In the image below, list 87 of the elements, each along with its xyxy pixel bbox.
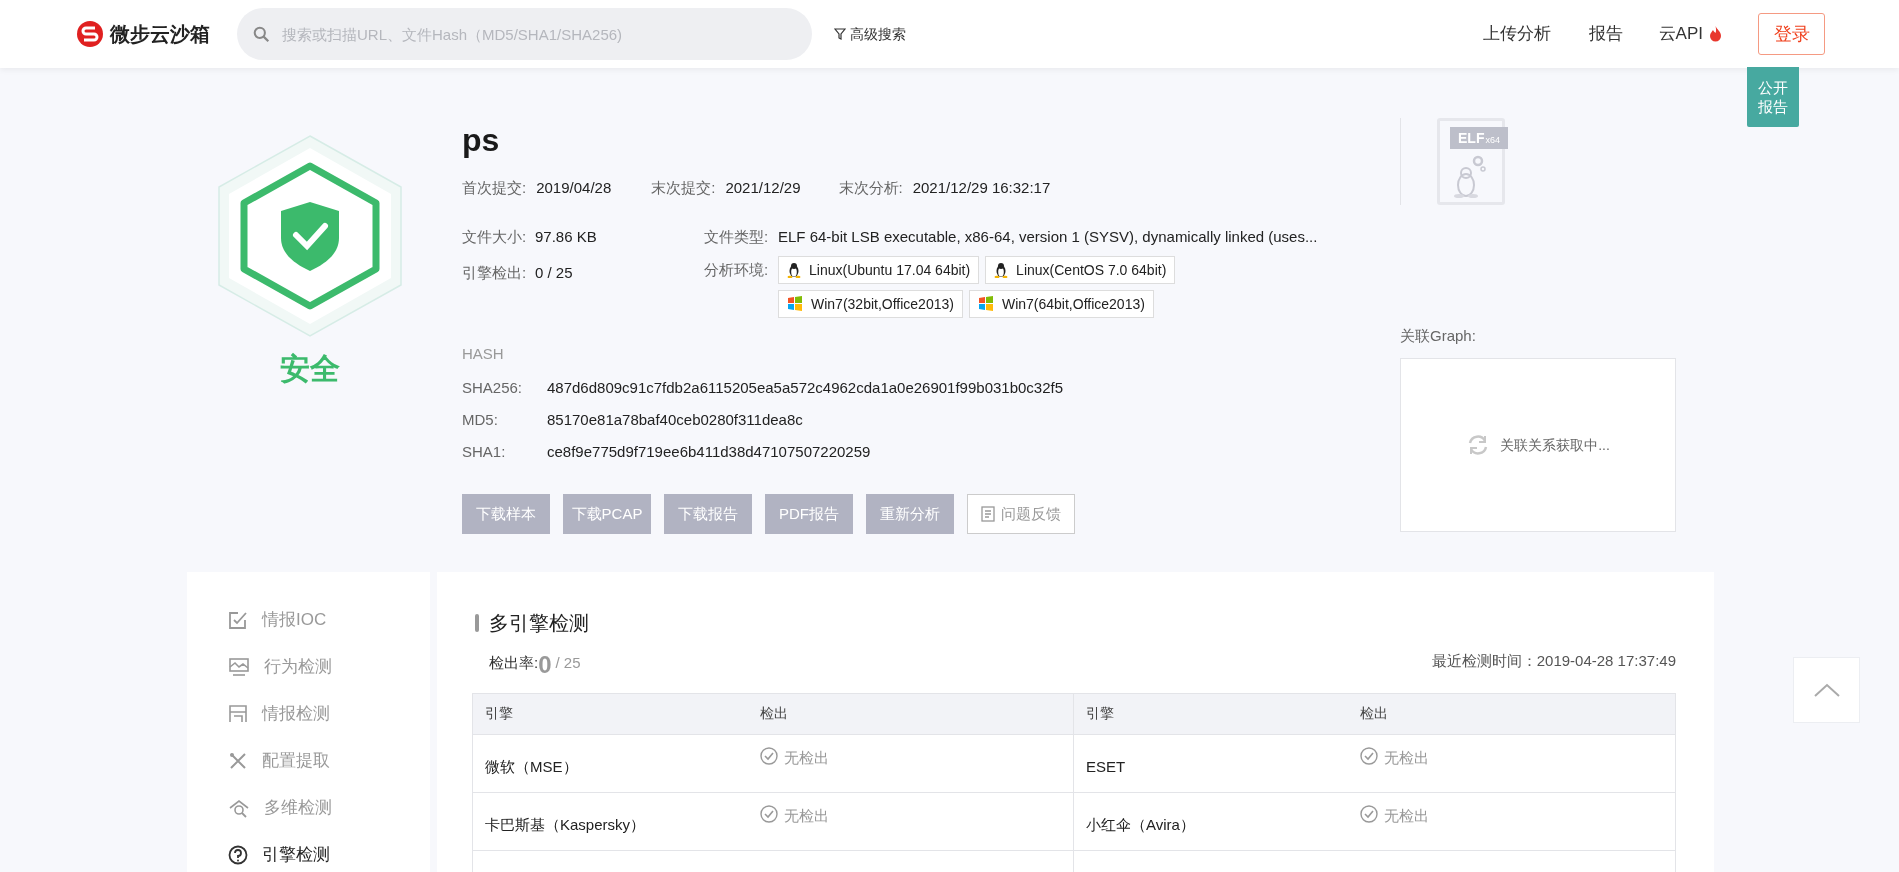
check-circle-icon — [1360, 804, 1378, 823]
search-input[interactable]: 搜索或扫描URL、文件Hash（MD5/SHA1/SHA256) — [282, 14, 796, 54]
hash-value: 85170e81a78baf40ceb0280f311dea8c — [547, 410, 803, 430]
verdict-label: 安全 — [280, 351, 340, 387]
table-cell: ESET — [1073, 734, 1348, 792]
hash-label: SHA1: — [462, 442, 507, 462]
environment-tag: Linux(CentOS 7.0 64bit) — [985, 256, 1176, 284]
field-value: 97.86 KB — [535, 227, 597, 247]
result-text: 无检出 — [1384, 805, 1429, 826]
edit-check-icon — [228, 610, 248, 630]
field-value: 0 / 25 — [535, 263, 573, 283]
field-label: 引擎检出: — [462, 263, 528, 283]
tools-icon — [228, 751, 248, 771]
date-value: 2021/12/29 — [725, 178, 801, 198]
action-button[interactable]: 下载报告 — [664, 494, 752, 534]
sidebar-item[interactable]: 行为检测 — [228, 655, 430, 679]
layout-icon — [228, 704, 248, 724]
date-value: 2019/04/28 — [536, 178, 612, 198]
logo-icon — [76, 20, 104, 48]
advanced-search-link[interactable]: 高级搜索 — [850, 23, 906, 45]
nav-link[interactable]: 报告 — [1588, 21, 1623, 47]
search-field[interactable]: 搜索或扫描URL、文件Hash（MD5/SHA1/SHA256) — [237, 8, 812, 60]
date-value: 2021/12/29 16:32:17 — [912, 178, 1051, 198]
table-cell: 小红伞（Avira） — [1073, 792, 1348, 850]
penguin-icon — [787, 262, 801, 278]
result-text: 无检出 — [784, 805, 829, 826]
sidebar-item[interactable]: 情报IOC — [228, 608, 430, 632]
rate-total: / 25 — [555, 653, 581, 673]
file-name: ps — [462, 121, 501, 160]
hash-heading: HASH — [462, 344, 505, 364]
action-button[interactable]: 重新分析 — [866, 494, 954, 534]
hash-value: ce8f9e775d9f719ee6b411d38d47107507220259 — [547, 442, 871, 462]
column-header: 检出 — [759, 704, 789, 723]
sidebar-item[interactable]: 引擎检测 — [228, 843, 430, 867]
column-header: 检出 — [1359, 704, 1389, 723]
rate-value: 0 — [538, 650, 552, 679]
action-button[interactable]: PDF报告 — [765, 494, 853, 534]
date-label: 末次提交: — [651, 178, 716, 198]
environment-tag: Win7(64bit,Office2013) — [968, 290, 1154, 318]
magnifier-icon — [228, 798, 250, 818]
graph-label: 关联Graph: — [1400, 326, 1477, 346]
date-label: 首次提交: — [462, 178, 527, 198]
windows-logo-icon — [787, 296, 803, 312]
environment-tag: Win7(32bit,Office2013) — [778, 290, 963, 318]
column-header: 引擎 — [484, 704, 514, 723]
hash-value: 487d6d809c91c7fdb2a6115205ea5a572c4962cda1a0e26901f99b031b0c32f5 — [547, 378, 1064, 398]
hash-label: MD5: — [462, 410, 499, 430]
penguin-icon — [994, 262, 1009, 278]
table-cell-text: 微软（MSE） — [484, 756, 579, 777]
back-to-top-button[interactable] — [1793, 657, 1860, 723]
logo-text: 微步云沙箱 — [110, 22, 210, 47]
date-label: 末次分析: — [838, 178, 903, 198]
elf-file-icon: ELF x64 — [1437, 118, 1505, 205]
action-button[interactable]: 下载PCAP — [563, 494, 651, 534]
sidebar-item[interactable]: 多维检测 — [228, 796, 430, 820]
field-label: 文件大小: — [462, 227, 528, 247]
check-circle-icon — [760, 746, 778, 765]
result-text: 无检出 — [784, 747, 829, 768]
loading-text: 关联关系获取中... — [1500, 435, 1610, 455]
document-icon — [981, 506, 995, 522]
login-button[interactable]: 登录 — [1758, 13, 1825, 55]
hash-label: SHA256: — [462, 378, 524, 398]
public-report-button[interactable]: 公开报告 — [1747, 67, 1799, 127]
nav-link[interactable]: 上传分析 — [1482, 21, 1551, 47]
chart-monitor-icon — [228, 657, 250, 677]
check-circle-icon — [1360, 746, 1378, 765]
column-header: 引擎 — [1073, 693, 1348, 734]
nav-link[interactable]: 云API — [1658, 21, 1722, 47]
sidebar-item[interactable]: 情报检测 — [228, 702, 430, 726]
section-title: 多引擎检测 — [489, 611, 589, 636]
last-scan-time: 最近检测时间：2019-04-28 17:37:49 — [1431, 651, 1676, 671]
filter-icon — [834, 28, 846, 40]
field-label: 文件类型: — [704, 227, 770, 247]
sidebar-item[interactable]: 配置提取 — [228, 749, 430, 773]
shield-badge-icon — [215, 134, 405, 338]
field-label: 分析环境: — [704, 260, 770, 280]
windows-logo-icon — [977, 296, 994, 312]
result-text: 无检出 — [1384, 747, 1429, 768]
rate-label: 检出率: — [489, 653, 539, 673]
search-icon — [253, 25, 270, 43]
check-circle-icon — [760, 804, 778, 823]
chevron-up-icon — [1813, 683, 1840, 697]
environment-tag: Linux(Ubuntu 17.04 64bit) — [778, 256, 980, 284]
field-value: ELF 64-bit LSB executable, x86-64, version 1 (SYSV), dynamically linked (uses... — [778, 227, 1318, 247]
action-button[interactable]: 下载样本 — [462, 494, 550, 534]
table-cell-text: 卡巴斯基（Kaspersky） — [484, 814, 647, 835]
feedback-button[interactable]: 问题反馈 — [967, 494, 1075, 534]
